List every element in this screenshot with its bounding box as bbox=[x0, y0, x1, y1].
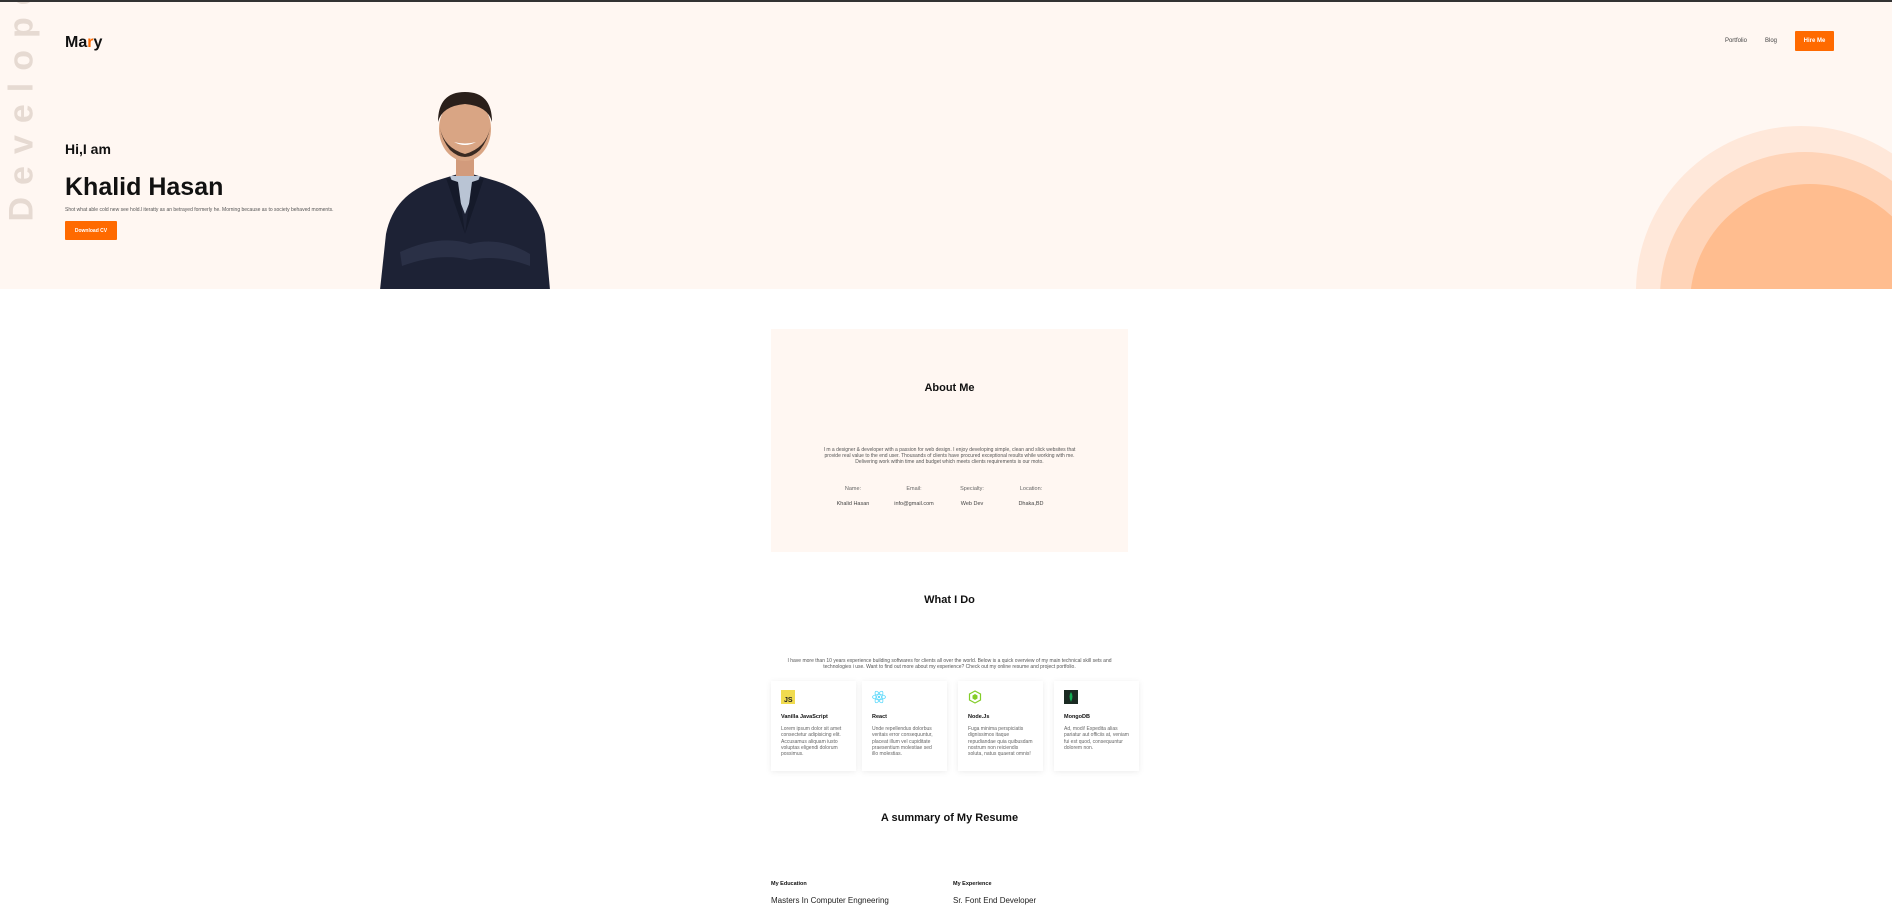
skill-card-nodejs[interactable]: Node.Js Fuga minima perspiciatis digniss… bbox=[958, 681, 1043, 771]
info-value: Web Dev bbox=[960, 501, 984, 507]
info-value: Khalid Hasan bbox=[836, 501, 870, 507]
about-section: About Me I m a designer & developer with… bbox=[771, 329, 1128, 552]
what-i-do-title: What I Do bbox=[924, 594, 975, 606]
download-cv-button[interactable]: Download CV bbox=[65, 221, 117, 240]
education-column: My Education Masters In Computer Engneer… bbox=[771, 881, 889, 905]
hire-me-button[interactable]: Hire Me bbox=[1795, 31, 1834, 51]
portrait-image bbox=[380, 92, 550, 289]
education-item: Masters In Computer Engneering bbox=[771, 896, 889, 905]
skill-card-desc: Lorem ipsum dolor sit amet consectetur a… bbox=[781, 726, 842, 757]
vertical-word-decoration: Developer bbox=[2, 2, 41, 222]
nodejs-icon bbox=[968, 690, 982, 704]
skill-card-javascript[interactable]: JS Vanilla JavaScript Lorem ipsum dolor … bbox=[771, 681, 856, 771]
mongodb-icon bbox=[1064, 690, 1078, 704]
skill-card-desc: Unde repellendus dolorbus veritais error… bbox=[872, 726, 933, 757]
about-text: I m a designer & developer with a passio… bbox=[823, 447, 1076, 465]
nav-portfolio-link[interactable]: Portfolio bbox=[1725, 38, 1747, 44]
skill-card-title: React bbox=[872, 714, 887, 720]
svg-text:JS: JS bbox=[784, 697, 793, 704]
logo-suffix: y bbox=[93, 34, 103, 51]
react-icon bbox=[872, 690, 886, 704]
experience-item: Sr. Font End Developer bbox=[953, 896, 1037, 905]
skill-card-desc: Fuga minima perspiciatis dignissimos ita… bbox=[968, 726, 1033, 757]
hero-greeting: Hi,I am bbox=[65, 141, 111, 157]
info-email: Email: info@gmail.com bbox=[884, 486, 944, 507]
javascript-icon: JS bbox=[781, 690, 795, 704]
hero-name: Khalid Hasan bbox=[65, 173, 224, 201]
skill-card-title: Node.Js bbox=[968, 714, 990, 720]
skill-card-mongodb[interactable]: MongoDB Ad, modi! Expedita alias pariatu… bbox=[1054, 681, 1139, 771]
experience-heading: My Experience bbox=[953, 881, 992, 887]
skill-card-desc: Ad, modi! Expedita alias pariatur aut of… bbox=[1064, 726, 1129, 751]
info-location: Location: Dhaka,BD bbox=[1001, 486, 1061, 507]
info-label: Email: bbox=[906, 486, 922, 492]
info-label: Name: bbox=[844, 486, 862, 492]
education-heading: My Education bbox=[771, 881, 807, 887]
about-title: About Me bbox=[924, 382, 975, 394]
skill-card-title: Vanilla JavaScript bbox=[781, 714, 828, 720]
info-name: Name: Khalid Hasan bbox=[823, 486, 883, 507]
info-value: info@gmail.com bbox=[894, 501, 934, 507]
nav-blog-link[interactable]: Blog bbox=[1765, 38, 1777, 44]
info-label: Location: bbox=[1019, 486, 1043, 492]
experience-column: My Experience Sr. Font End Developer bbox=[953, 881, 1036, 905]
info-specialty: Specialty: Web Dev bbox=[942, 486, 1002, 507]
resume-title: A summary of My Resume bbox=[880, 812, 1019, 824]
logo[interactable]: Mary bbox=[65, 34, 102, 52]
skill-card-react[interactable]: React Unde repellendus dolorbus veritais… bbox=[862, 681, 947, 771]
info-label: Specialty: bbox=[960, 486, 984, 492]
main-nav: Portfolio Blog Hire Me bbox=[1725, 31, 1834, 51]
info-value: Dhaka,BD bbox=[1018, 501, 1044, 507]
logo-prefix: Ma bbox=[65, 34, 88, 51]
what-i-do-text: I have more than 10 years experience bui… bbox=[787, 658, 1112, 670]
hero-description: Shot what able cold new see hold.l itera… bbox=[65, 207, 334, 213]
hero-section: Developer Mary Portfolio Blog Hire Me Hi… bbox=[0, 2, 1892, 289]
skill-card-title: MongoDB bbox=[1064, 714, 1090, 720]
